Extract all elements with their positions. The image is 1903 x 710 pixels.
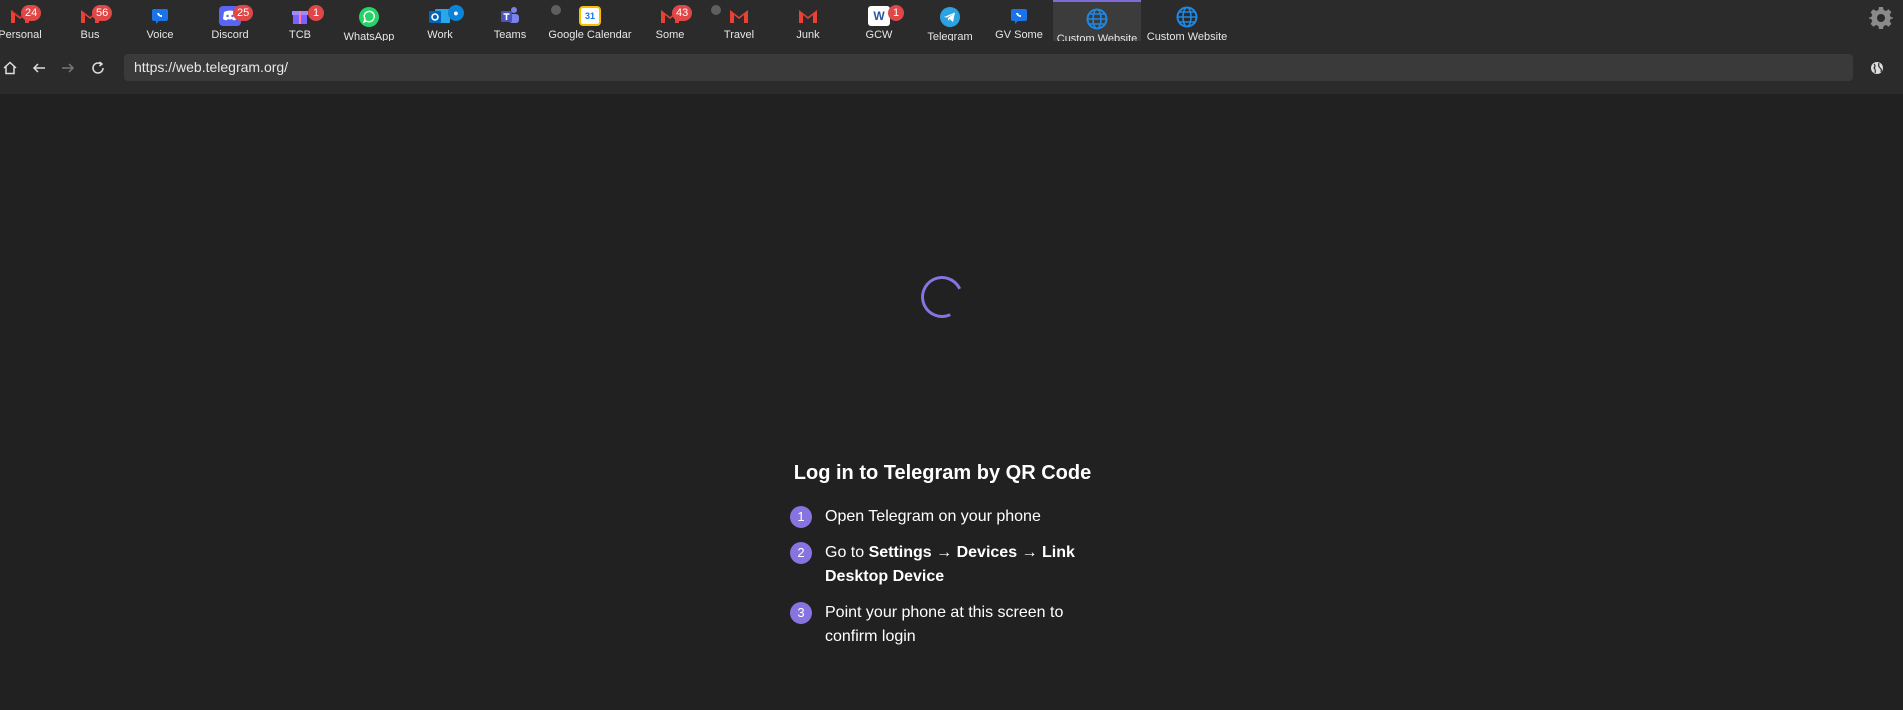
home-button[interactable]	[0, 58, 20, 78]
step-number: 2	[790, 542, 812, 564]
forward-button[interactable]	[58, 58, 78, 78]
home-icon	[3, 61, 17, 75]
arrow-left-icon	[32, 63, 45, 73]
calendar-icon: 31	[579, 6, 601, 26]
step-text: Point your phone at this screen to confi…	[825, 604, 1064, 645]
service-tab-bar: Personal 24 Bus 56 Voice Discord 25 TCB …	[0, 0, 1903, 45]
tab-label: Bus	[80, 29, 100, 41]
globe-icon	[1871, 62, 1883, 74]
unread-badge: 1	[308, 5, 324, 21]
unread-badge: 43	[672, 5, 693, 21]
gmail-icon	[728, 6, 750, 26]
tab-label: Travel	[723, 29, 755, 41]
unread-badge: 25	[233, 5, 254, 21]
tab-custom-website-active[interactable]: Custom Website	[1053, 0, 1141, 45]
whatsapp-icon	[358, 6, 380, 28]
status-dot	[551, 5, 561, 15]
back-button[interactable]	[29, 58, 49, 78]
site-globe-button[interactable]	[1867, 58, 1887, 78]
login-steps: 1 Open Telegram on your phone 2 Go to Se…	[790, 505, 1090, 661]
loading-spinner	[915, 270, 969, 324]
step-devices: Devices	[956, 544, 1018, 561]
google-voice-icon	[149, 6, 171, 26]
tab-label: Discord	[211, 29, 249, 41]
settings-gear-icon[interactable]	[1869, 6, 1893, 30]
globe-icon	[1176, 6, 1198, 28]
tab-telegram[interactable]: Telegram	[925, 0, 975, 43]
google-voice-icon	[1008, 6, 1030, 26]
tab-voice[interactable]: Voice	[140, 0, 180, 41]
step-arrow: →	[1017, 544, 1042, 561]
url-input[interactable]: https://web.telegram.org/	[124, 54, 1853, 81]
tab-label: GV Some	[995, 29, 1043, 41]
unread-badge: 56	[92, 5, 113, 21]
reload-icon	[92, 61, 104, 74]
step-arrow: →	[931, 544, 957, 561]
tab-label: Google Calendar	[548, 29, 632, 41]
tab-label: Teams	[493, 29, 527, 41]
step-text: Open Telegram on your phone	[825, 508, 1041, 525]
step-item: 1 Open Telegram on your phone	[790, 505, 1090, 529]
step-item: 2 Go to Settings → Devices → Link Deskto…	[790, 541, 1090, 589]
tab-google-calendar[interactable]: 31 Google Calendar	[548, 0, 632, 41]
tab-label: GCW	[865, 29, 893, 41]
unread-badge: 24	[21, 5, 42, 21]
tab-label: Junk	[796, 29, 820, 41]
globe-icon	[1086, 8, 1108, 30]
step-number: 1	[790, 506, 812, 528]
step-number: 3	[790, 602, 812, 624]
gmail-icon	[797, 6, 819, 26]
arrow-right-icon	[62, 63, 75, 73]
tab-label: Personal	[0, 29, 42, 41]
word-icon: W	[868, 6, 890, 26]
word-letter: W	[873, 9, 885, 23]
tab-custom-website[interactable]: Custom Website	[1146, 0, 1228, 43]
tab-label: TCB	[289, 29, 311, 41]
status-badge: ●	[448, 5, 464, 21]
tab-whatsapp[interactable]: WhatsApp	[342, 0, 396, 43]
tab-junk[interactable]: Junk	[788, 0, 828, 41]
tab-teams[interactable]: Teams	[490, 0, 530, 41]
reload-button[interactable]	[88, 58, 108, 78]
step-item: 3 Point your phone at this screen to con…	[790, 601, 1090, 649]
tab-gv-some[interactable]: GV Some	[995, 0, 1043, 41]
telegram-icon	[939, 6, 961, 28]
teams-icon	[499, 6, 521, 26]
unread-badge: 1	[888, 5, 904, 21]
status-dot	[711, 5, 721, 15]
step-text-prefix: Go to	[825, 544, 869, 561]
calendar-day: 31	[584, 11, 595, 21]
tab-label: Work	[427, 29, 453, 41]
tab-label: Voice	[146, 29, 174, 41]
step-settings: Settings	[868, 544, 932, 561]
tab-travel[interactable]: Travel	[719, 0, 759, 41]
tab-label: Some	[655, 29, 685, 41]
login-title: Log in to Telegram by QR Code	[793, 462, 1092, 484]
